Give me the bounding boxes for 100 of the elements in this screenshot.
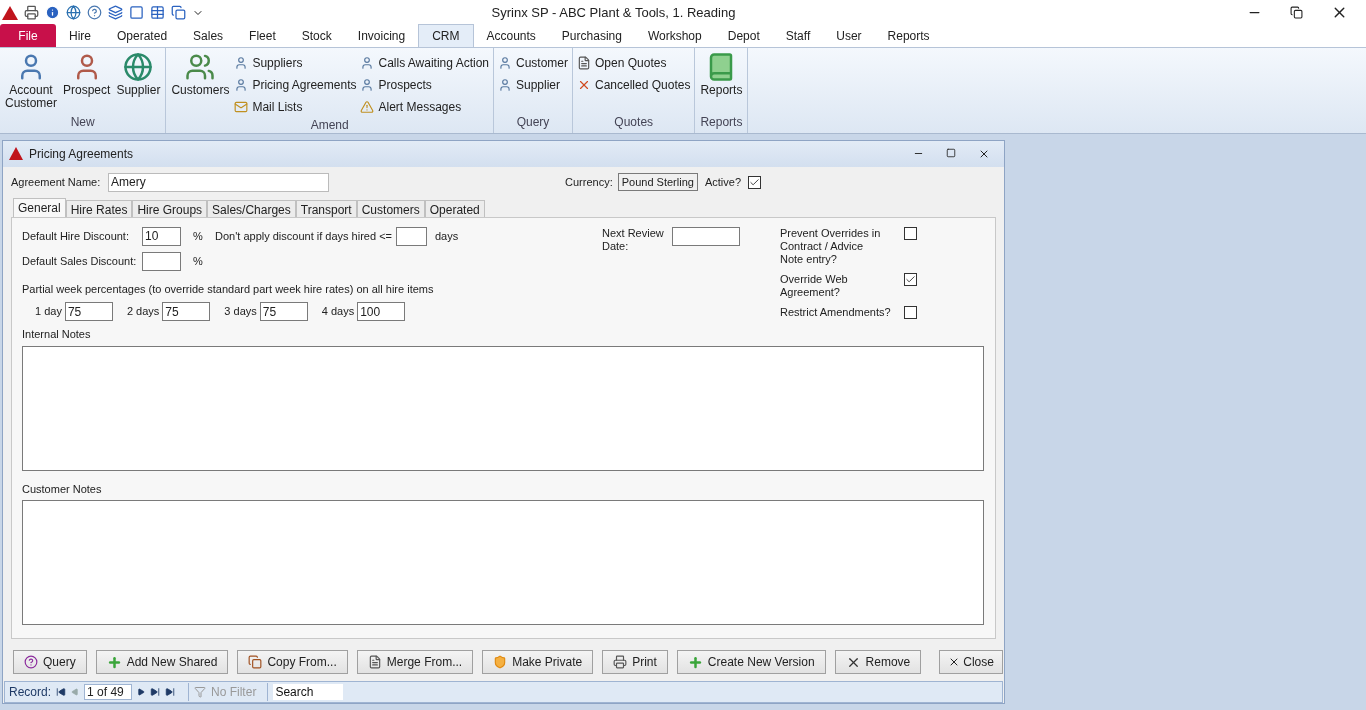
field-label: Default Hire Discount: [22,228,130,244]
people-icon [185,52,216,82]
unit-label: % [192,253,204,269]
windows-icon[interactable] [171,5,186,20]
action-button[interactable]: Add New Shared [95,650,229,675]
first-record-icon[interactable] [56,687,67,698]
ribbon-item[interactable]: Alert Messages [360,97,489,116]
field-label: Currency: [565,174,613,190]
copy-icon [248,655,263,670]
text-field[interactable]: 100 [357,302,406,322]
text-field[interactable] [142,251,181,271]
file-tab[interactable]: File [0,24,56,47]
ribbon-button[interactable]: Supplier [115,52,162,113]
action-button[interactable]: Remove [834,650,922,675]
ribbon-item[interactable]: Cancelled Quotes [577,75,691,94]
group-label: Amend [309,117,350,134]
ribbon-item[interactable]: Supplier [498,75,568,94]
agreement-name-field[interactable]: Amery [108,172,329,192]
ribbon-tab[interactable]: Operated [104,24,181,47]
option-checkbox[interactable] [904,272,917,286]
ribbon-button[interactable]: Account Customer [4,52,58,113]
ribbon-tab[interactable]: Sales [180,24,237,47]
ribbon-button[interactable]: Prospect [62,52,112,113]
ribbon-item[interactable]: Pricing Agreements [234,75,357,94]
text-field[interactable]: 10 [142,226,181,246]
globe-icon[interactable] [66,5,81,20]
field-label: Don't apply discount if days hired <= [215,228,392,244]
person-icon [360,55,375,70]
globe-icon [123,52,154,82]
close-button[interactable]: Close [939,650,1003,675]
form-tab[interactable]: Operated [424,199,485,217]
ribbon-tab[interactable]: Accounts [473,24,549,47]
shield-icon [493,655,508,670]
form-tab[interactable]: Transport [295,199,357,217]
text-field[interactable] [396,226,427,246]
ribbon-item[interactable]: Mail Lists [234,97,357,116]
question-icon [24,655,38,670]
option-checkbox[interactable] [904,226,917,240]
action-button[interactable]: Make Private [482,650,594,675]
form-tab[interactable]: Hire Groups [132,199,208,217]
ribbon-item[interactable]: Suppliers [234,53,357,72]
option-label: Prevent Overrides in Contract / Advice Note entry? [780,226,882,266]
text-field[interactable] [671,226,740,246]
action-button[interactable]: Query [13,650,87,675]
form-tab[interactable]: Hire Rates [65,199,133,217]
ribbon-tab[interactable]: Staff [772,24,824,47]
text-field[interactable]: 75 [162,302,211,322]
action-button[interactable]: Create New Version [676,650,826,675]
ribbon-tab[interactable]: Invoicing [344,24,419,47]
ribbon-item[interactable]: Calls Awaiting Action [360,53,489,72]
ribbon-tab[interactable]: CRM [418,24,474,47]
ribbon-item[interactable]: Open Quotes [577,53,691,72]
form-tab[interactable]: Customers [356,199,425,217]
form-tab[interactable]: Sales/Charges [207,199,296,217]
unit-label: days [435,228,459,244]
ribbon-tab[interactable]: Hire [56,24,104,47]
maximize-icon[interactable] [946,147,956,158]
section-label: Partial week percentages (to override standard part week hire rates) on all hire items [22,281,435,297]
ribbon-item[interactable]: Prospects [360,75,489,94]
ribbon-item[interactable]: Customer [498,53,568,72]
group-label: Query [515,114,551,131]
table-icon[interactable] [150,5,165,20]
notes-field[interactable] [22,500,984,626]
last-record-icon[interactable] [150,687,161,698]
filter-status: No Filter [211,684,257,702]
field-label: 1 day [35,304,62,320]
option-checkbox[interactable] [904,305,917,319]
ribbon-tab[interactable]: Purchasing [548,24,635,47]
next-record-icon[interactable] [137,688,146,697]
form-tab[interactable]: General [13,197,66,217]
layers-icon[interactable] [108,5,123,20]
field-label: Agreement Name: [11,174,102,190]
ribbon-tab[interactable]: Fleet [236,24,289,47]
ribbon-button[interactable]: Customers [170,52,231,116]
person-icon [360,77,375,92]
text-field[interactable]: 75 [259,302,308,322]
active-checkbox[interactable] [748,175,761,189]
action-button[interactable]: Print [602,650,668,675]
ribbon-tab[interactable]: Workshop [634,24,715,47]
info-icon[interactable] [45,5,60,20]
person-icon [498,77,512,92]
notes-field[interactable] [22,345,984,471]
action-button[interactable]: Copy From... [237,650,348,675]
action-button[interactable]: Merge From... [356,650,474,675]
field-label: Active? [704,174,741,190]
plus-icon [106,654,122,670]
ribbon-tab[interactable]: Stock [288,24,345,47]
record-position-field[interactable]: 1 of 49 [84,684,133,701]
ribbon-tab[interactable]: User [823,24,875,47]
ribbon-tab[interactable]: Depot [714,24,773,47]
printer-icon[interactable] [24,5,39,20]
document-icon [367,655,382,670]
text-field[interactable]: 75 [64,302,113,322]
group-label: Quotes [613,114,655,131]
window-icon[interactable] [129,5,144,20]
search-field[interactable]: Search [273,684,344,701]
help-icon[interactable] [87,5,102,20]
ribbon-tab[interactable]: Reports [874,24,943,47]
ribbon-button[interactable]: Reports [699,52,744,113]
restore-icon[interactable] [1290,6,1303,19]
